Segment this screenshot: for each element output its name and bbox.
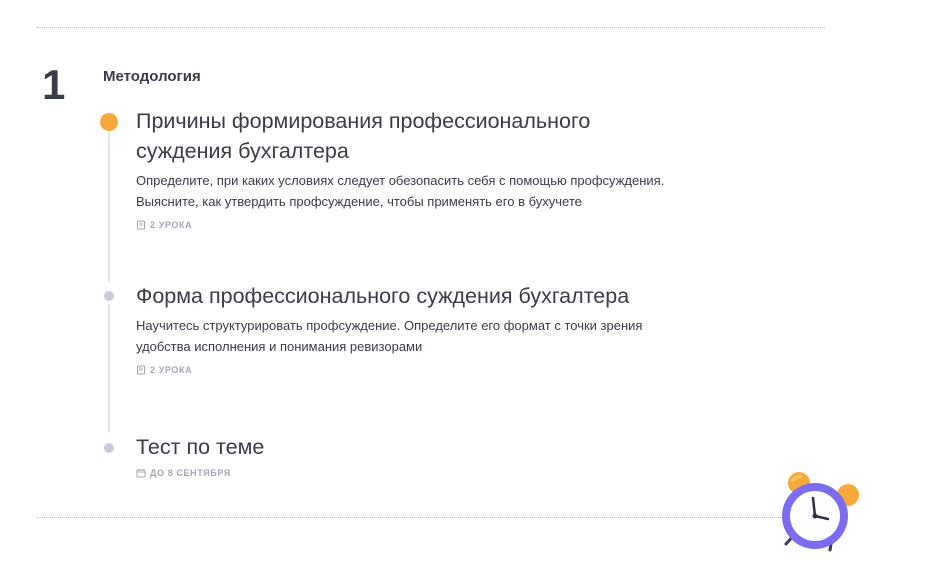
- lesson-description: Научитесь структурировать профсуждение. …: [136, 318, 643, 354]
- lesson-count: 2 урока: [150, 365, 193, 375]
- book-icon: [136, 365, 146, 375]
- lesson-title[interactable]: Форма профессионального суждения бухгалт…: [136, 281, 676, 311]
- lesson-status-dot-active: [100, 113, 118, 131]
- section-divider-top: [37, 27, 825, 28]
- lesson-item-test[interactable]: Тест по теме до 8 сентября: [136, 432, 676, 478]
- lesson-status-dot: [104, 443, 114, 453]
- alarm-clock-icon: [778, 468, 862, 552]
- lesson-title[interactable]: Причины формирования профессионального с…: [136, 106, 676, 166]
- lesson-item[interactable]: Причины формирования профессионального с…: [136, 106, 676, 230]
- module-title: Методология: [103, 68, 201, 85]
- lesson-status-dot: [104, 291, 114, 301]
- calendar-icon: [136, 468, 146, 478]
- lesson-description: Определите, при каких условиях следует о…: [136, 173, 665, 209]
- lesson-count: 2 урока: [150, 220, 193, 230]
- timeline-connector: [108, 304, 110, 432]
- lesson-item[interactable]: Форма профессионального суждения бухгалт…: [136, 281, 676, 375]
- section-divider-bottom: [37, 517, 825, 518]
- lesson-meta: до 8 сентября: [136, 468, 676, 478]
- module-number: 1: [42, 61, 66, 108]
- lesson-meta: 2 урока: [136, 365, 676, 375]
- deadline-text: до 8 сентября: [150, 468, 231, 478]
- lesson-meta: 2 урока: [136, 220, 676, 230]
- book-icon: [136, 220, 146, 230]
- lesson-title[interactable]: Тест по теме: [136, 432, 676, 462]
- timeline-connector: [108, 130, 110, 282]
